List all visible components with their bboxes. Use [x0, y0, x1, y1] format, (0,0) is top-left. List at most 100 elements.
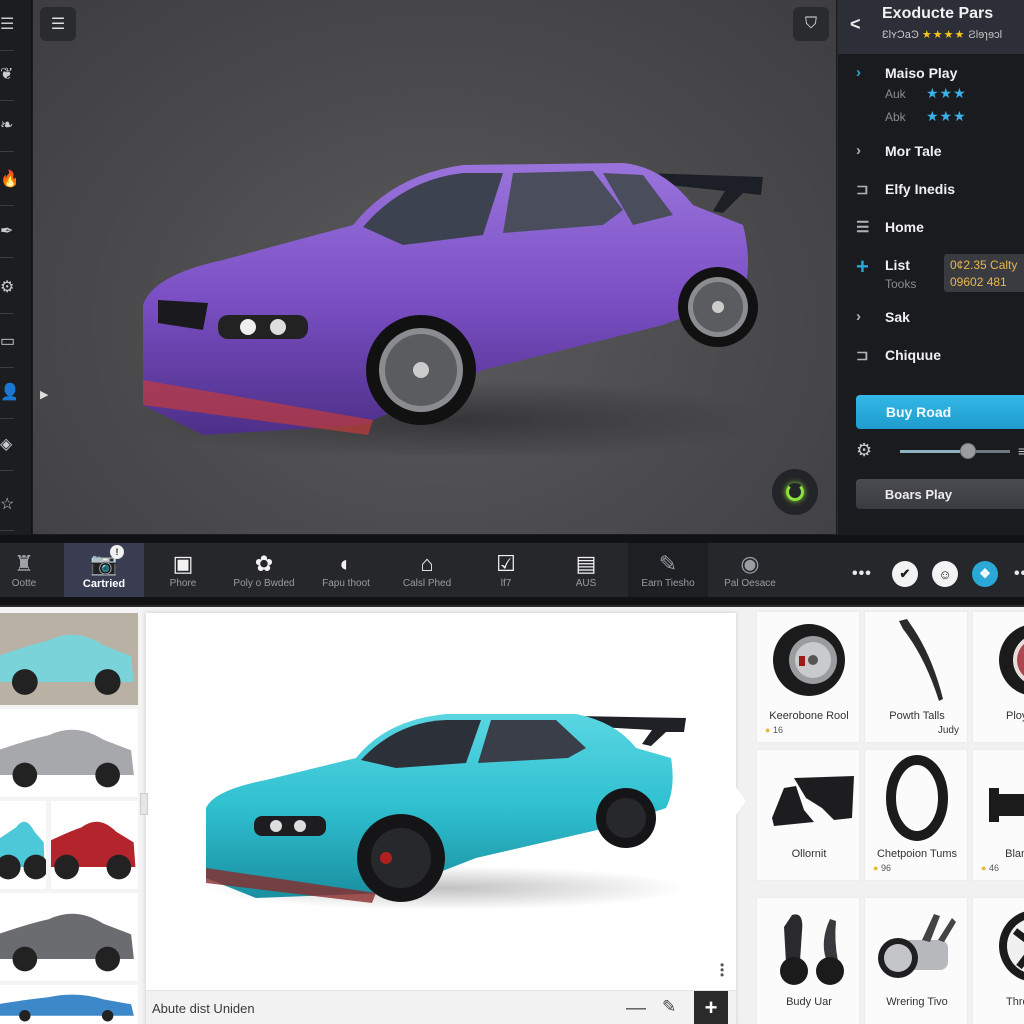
panel-item-mor-tale[interactable]: › Mor Tale — [838, 138, 1024, 166]
car-3d-viewport[interactable]: ☰ ⛉ ▶ — [33, 0, 836, 534]
tool-calsi-phed[interactable]: ⌂ Calsl Phed — [392, 543, 462, 597]
part-name: Chetpoion Tums — [876, 848, 958, 860]
part-name: Wrering Tivo — [886, 996, 948, 1008]
car-thumbnail[interactable] — [0, 613, 138, 705]
panel-item-elfy-inedis[interactable]: ⊐ Elfy Inedis — [838, 176, 1024, 204]
car-thumbnail[interactable] — [0, 801, 46, 889]
buy-road-button[interactable]: Buy Road — [856, 395, 1024, 429]
tool-check[interactable]: ☑ lf7 — [478, 543, 534, 597]
tool-label: Earn Tiesho — [641, 578, 695, 589]
tool-aus[interactable]: ▤ AUS — [558, 543, 614, 597]
part-card[interactable]: Wrering Tivo — [864, 897, 968, 1024]
part-card[interactable]: Keerobone Rool ● 16 — [756, 611, 860, 743]
tool-poly-builded[interactable]: ✿ Poly o Bwded — [224, 543, 304, 597]
rail-user-icon[interactable]: 👤 — [0, 368, 30, 419]
rating-stars[interactable]: ★★★ — [926, 85, 967, 102]
more-options-button[interactable]: ••• — [852, 561, 872, 587]
panel-item-label: List — [885, 257, 910, 273]
edit-pencil-button[interactable]: ✎ — [662, 997, 676, 1017]
part-image-bracket — [757, 750, 861, 846]
shirt-icon: ❖ — [972, 561, 998, 587]
rating-stars: ★★★★ — [921, 29, 966, 41]
part-card[interactable]: Budy Uar — [756, 897, 860, 1024]
minus-button[interactable]: — — [626, 997, 646, 1020]
expand-arrow-icon[interactable]: ▶ — [40, 388, 48, 401]
part-image-red-wheel — [973, 612, 1024, 708]
rail-menu-icon[interactable]: ☰ — [0, 0, 30, 51]
value-slider[interactable] — [900, 443, 1010, 459]
tool-pal-oesace[interactable]: ◉ Pal Oesace — [712, 543, 788, 597]
rail-screen-icon[interactable]: ▭ — [0, 317, 30, 368]
viewport-mask-button[interactable]: ⛉ — [793, 7, 829, 41]
parts-grid: Keerobone Rool ● 16 Powth Talls Judy Plo… — [748, 607, 1024, 1024]
smile-circle-button[interactable]: ☺ — [932, 561, 958, 587]
part-card[interactable]: Ollornit — [756, 749, 860, 881]
car-thumbnail[interactable] — [0, 709, 138, 797]
part-card[interactable]: Blanli Ki ● 46 — [972, 749, 1024, 881]
rating-stars[interactable]: ★★★ — [926, 108, 967, 125]
overflow-dots-button[interactable]: •• — [1014, 561, 1024, 587]
subtitle-right: Ƨlɘɿɘɔl — [968, 29, 1003, 41]
rail-flame-icon[interactable]: 🔥 — [0, 155, 30, 206]
tool-fapu-thoot[interactable]: ◐ Fapu thoot — [310, 543, 382, 597]
part-card[interactable]: Thre Lé — [972, 897, 1024, 1024]
chevron-right-icon: › — [856, 142, 861, 159]
slider-knob[interactable] — [960, 443, 977, 459]
rail-feather-icon[interactable]: ✒ — [0, 207, 30, 258]
more-vertical-icon[interactable]: • • • — [720, 959, 724, 981]
car-thumbnail-list — [0, 607, 142, 1024]
panel-title: Exoducte Pars — [882, 5, 994, 22]
viewport-menu-button[interactable]: ☰ — [40, 7, 76, 41]
equals-icon: ☰ — [856, 219, 870, 236]
tool-label: Calsl Phed — [402, 578, 452, 589]
more-dots-icon: •• — [1014, 565, 1024, 582]
plus-icon: + — [856, 254, 869, 279]
cyan-car-preview[interactable] — [196, 708, 686, 908]
rail-flag-icon[interactable]: ◈ — [0, 420, 30, 471]
part-name: Powth Talls — [889, 710, 945, 722]
car-thumbnail[interactable] — [0, 893, 138, 981]
tool-phore[interactable]: ▣ Phore — [150, 543, 216, 597]
panel-item-home[interactable]: ☰ Home — [838, 214, 1024, 242]
tool-oddie[interactable]: ♜ Ootte — [0, 543, 48, 597]
power-toggle-button[interactable] — [772, 469, 818, 515]
part-card[interactable]: Chetpoion Tums ● 96 — [864, 749, 968, 881]
check-circle-button[interactable]: ✔ — [892, 561, 918, 587]
info-line: 0¢2.35 Calty — [950, 258, 1018, 272]
part-card[interactable]: Powth Talls Judy — [864, 611, 968, 743]
add-button[interactable]: + — [694, 991, 728, 1024]
car-thumbnail[interactable] — [0, 985, 138, 1024]
app-root: ☰ ❦ ❧ 🔥 ✒ ⚙ ▭ 👤 ◈ ☆ ☰ ⛉ ▶ < Exoducte Par… — [0, 0, 1024, 1024]
thumbnail-wheel — [12, 762, 38, 788]
boars-play-button[interactable]: Boars Play — [856, 479, 1024, 509]
right-panel: < Exoducte Pars ƐlʏƆaϿ ★★★★ Ƨlɘɿɘɔl › Ma… — [837, 0, 1024, 534]
panel-item-chiquue[interactable]: ⊐ Chiquue — [838, 342, 1024, 370]
rail-chassis-icon[interactable]: ⚙ — [0, 263, 30, 314]
settings-gear-icon[interactable]: ⚙ — [856, 440, 872, 461]
smile-icon: ☺ — [932, 561, 958, 587]
back-button[interactable]: < — [850, 14, 861, 35]
check-icon: ✔ — [892, 561, 918, 587]
car-thumbnail[interactable] — [51, 801, 138, 889]
expand-arrow-icon[interactable] — [736, 787, 746, 815]
list-lines-icon[interactable]: ≡ — [1018, 443, 1024, 459]
hamburger-icon: ☰ — [50, 16, 66, 33]
shirt-circle-button[interactable]: ❖ — [972, 561, 998, 587]
rail-leaf-icon[interactable]: ❧ — [0, 101, 30, 152]
rail-star-icon[interactable]: ☆ — [0, 480, 30, 531]
tool-label: Fapu thoot — [322, 578, 370, 589]
collapse-handle[interactable] — [140, 793, 148, 815]
panel-item-maiso-play[interactable]: › Maiso Play — [838, 60, 1024, 88]
purple-car-model[interactable] — [103, 155, 763, 455]
panel-item-label: Chiquue — [885, 347, 941, 363]
info-badge: 0¢2.35 Calty 09602 481 — [944, 254, 1024, 292]
flower-gear-icon: ✿ — [254, 551, 274, 576]
thumbnail-wheel — [19, 1010, 31, 1022]
tool-earn-tiesho[interactable]: ✎ Earn Tiesho — [628, 543, 708, 597]
tool-label: lf7 — [500, 578, 512, 589]
thumbnail-wheel — [54, 854, 79, 880]
rail-dragon-icon[interactable]: ❦ — [0, 50, 30, 101]
part-card[interactable]: Ploy K3 — [972, 611, 1024, 743]
panel-item-sak[interactable]: › Sak — [838, 304, 1024, 332]
tool-cartried[interactable]: 📷 ! Cartried — [64, 543, 144, 597]
